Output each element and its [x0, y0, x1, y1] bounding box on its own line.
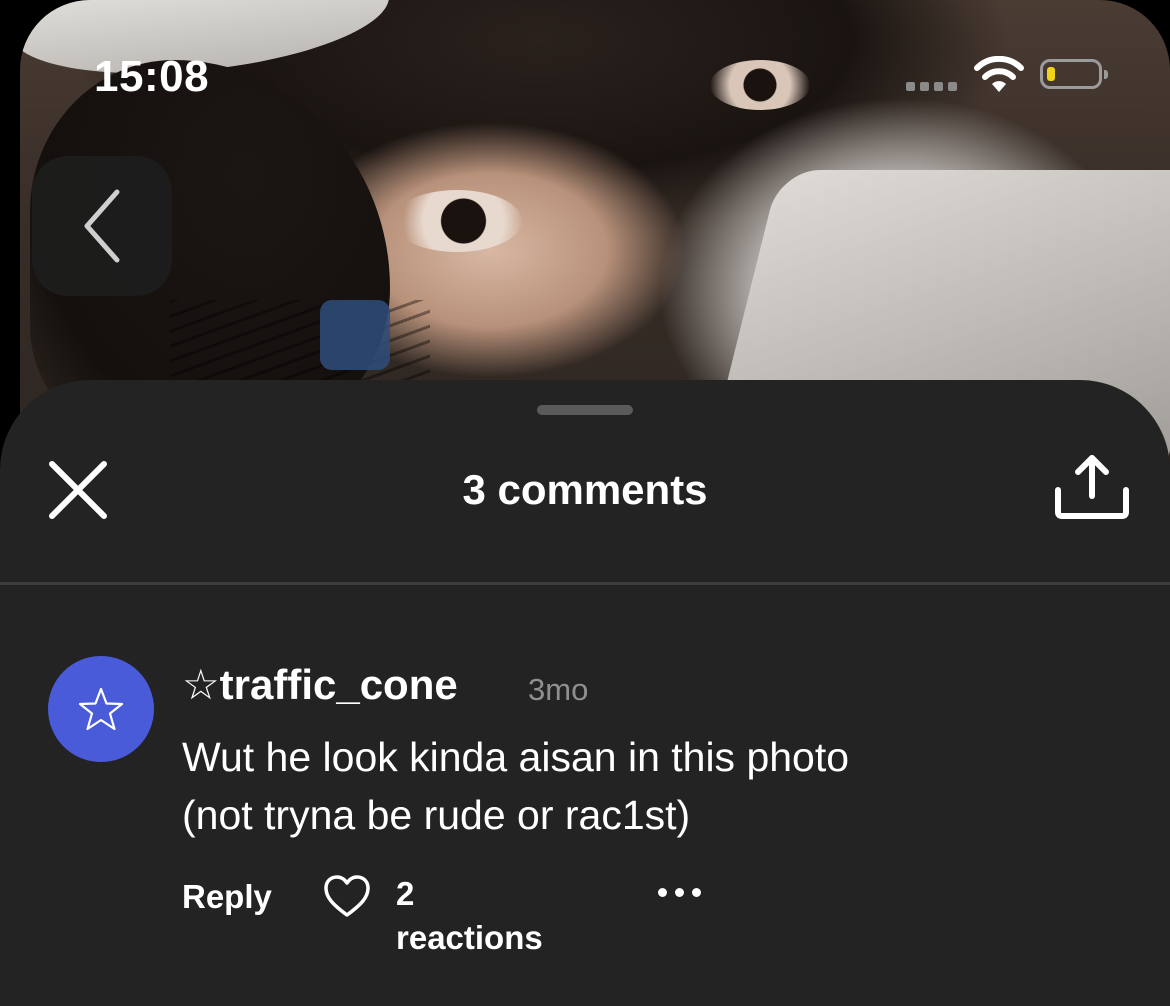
avatar[interactable] — [48, 656, 154, 762]
star-icon — [78, 687, 124, 731]
comment-body: Wut he look kinda aisan in this photo (n… — [182, 728, 1082, 844]
status-time: 15:08 — [94, 52, 210, 101]
comment-timestamp: 3mo — [528, 672, 589, 707]
share-icon[interactable] — [1054, 452, 1130, 522]
comments-count-title: 3 comments — [462, 466, 708, 513]
comment-line: (not tryna be rude or rac1st) — [182, 792, 691, 838]
header-divider — [0, 582, 1170, 585]
cellular-signal-icon — [906, 82, 957, 91]
more-options-icon[interactable] — [658, 888, 701, 897]
heart-icon[interactable] — [322, 873, 372, 919]
reactions-count[interactable]: 2 reactions — [396, 872, 543, 960]
battery-icon — [1040, 59, 1108, 89]
back-button[interactable] — [32, 156, 172, 296]
wifi-icon — [974, 56, 1024, 92]
sheet-drag-handle[interactable] — [537, 405, 633, 415]
comment-username[interactable]: ☆traffic_cone — [182, 660, 458, 709]
comments-sheet: 3 comments ☆traffic_cone 3mo Wut he look… — [0, 380, 1170, 1006]
comment-line: Wut he look kinda aisan in this photo — [182, 734, 850, 780]
back-chevron-icon — [84, 189, 120, 263]
reply-button[interactable]: Reply — [182, 872, 272, 922]
app-screen: 15:08 3 comments ☆traffic_cone 3mo Wut h… — [0, 0, 1170, 1006]
